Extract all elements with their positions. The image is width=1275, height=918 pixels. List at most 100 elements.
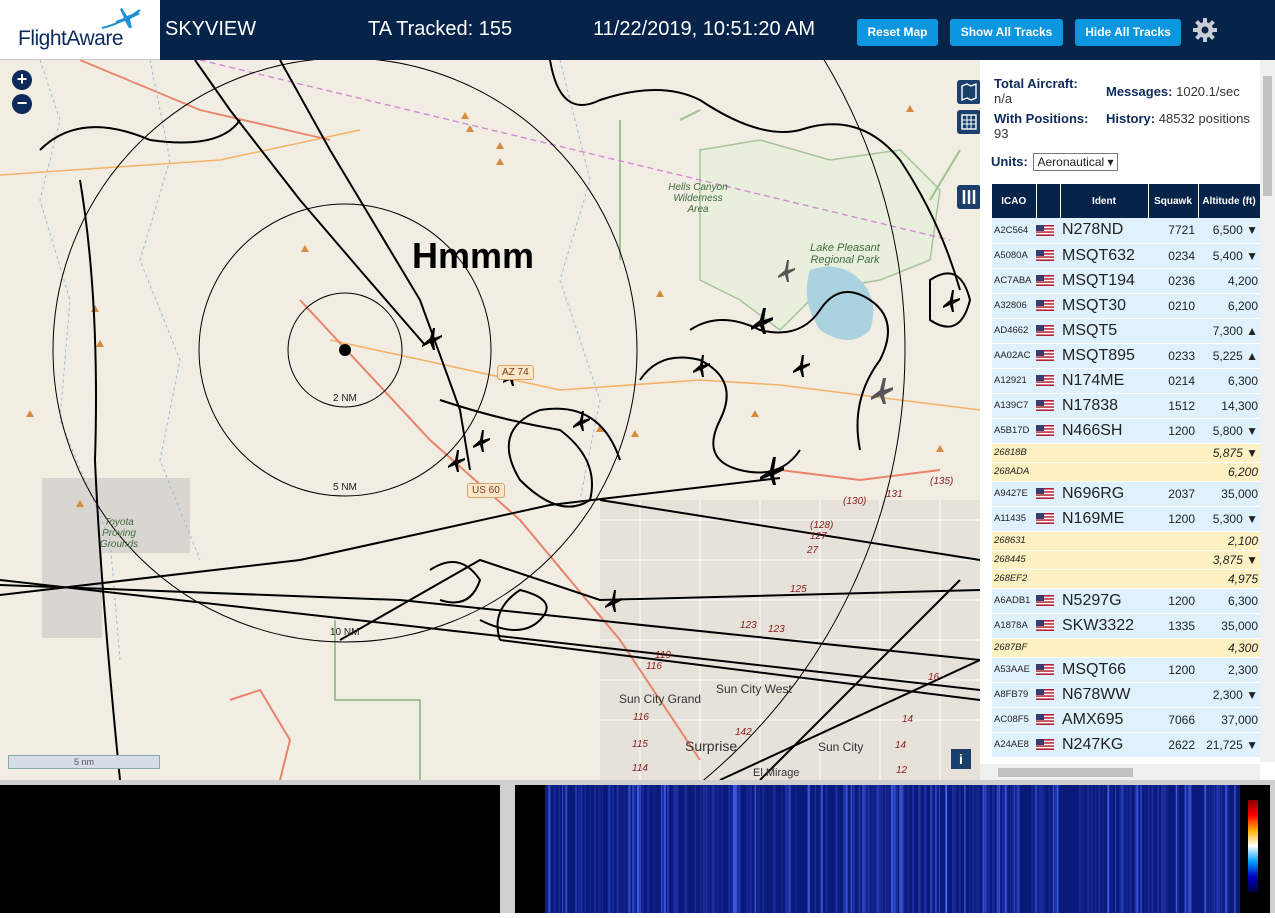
gear-icon[interactable] xyxy=(1192,17,1218,43)
cell-altitude: 2,300 xyxy=(1198,657,1260,683)
cell-flag xyxy=(1036,268,1060,294)
cell-icao: A24AE8 xyxy=(992,732,1036,758)
cell-ident: N696RG xyxy=(1060,481,1148,507)
cell-ident: AMX695 xyxy=(1060,707,1148,733)
cell-ident xyxy=(1060,550,1148,570)
table-row[interactable]: 268ADA 6,200 xyxy=(992,462,1260,482)
table-row[interactable]: A53AAE MSQT66 1200 2,300 xyxy=(992,657,1260,683)
place-sun-city-grand: Sun City Grand xyxy=(619,692,702,706)
table-row[interactable]: A12921 N174ME 0214 6,300 xyxy=(992,368,1260,394)
flightaware-logo[interactable]: FlightAware xyxy=(0,0,160,60)
cell-squawk xyxy=(1148,443,1198,463)
col-header-ident[interactable]: Ident xyxy=(1060,184,1149,218)
table-row[interactable]: 268EF2 4,975 xyxy=(992,569,1260,589)
table-row[interactable]: A5B17D N466SH 1200 5,800 ▼ xyxy=(992,418,1260,444)
stat-total-aircraft: Total Aircraft: n/a xyxy=(994,76,1078,106)
stat-with-positions: With Positions: 93 xyxy=(994,111,1089,141)
cell-flag xyxy=(1036,682,1060,708)
cell-altitude: 6,500 ▼ xyxy=(1198,218,1260,244)
cell-ident: N466SH xyxy=(1060,418,1148,444)
table-row[interactable]: A139C7 N17838 1512 14,300 xyxy=(992,393,1260,419)
table-row[interactable]: 2687BF 4,300 xyxy=(992,638,1260,658)
receiver-location xyxy=(339,344,351,356)
table-row[interactable]: A24AE8 N247KG 2622 21,725 ▼ xyxy=(992,732,1260,758)
cell-icao: A5B17D xyxy=(992,418,1036,444)
cell-ident: N278ND xyxy=(1060,218,1148,244)
table-row[interactable]: A11435 N169ME 1200 5,300 ▼ xyxy=(992,506,1260,532)
cell-icao: 2687BF xyxy=(992,638,1036,658)
us-flag-icon xyxy=(1036,714,1054,726)
cell-ident: N5297G xyxy=(1060,588,1148,614)
show-all-tracks-button[interactable]: Show All Tracks xyxy=(950,19,1063,46)
table-row[interactable]: A9427E N696RG 2037 35,000 xyxy=(992,481,1260,507)
map-layers-icon[interactable] xyxy=(957,80,980,104)
cell-altitude: 4,975 xyxy=(1198,569,1260,589)
cell-squawk xyxy=(1148,462,1198,482)
vertical-scrollbar[interactable] xyxy=(1260,60,1275,762)
map-annotation: Hmmm xyxy=(412,235,535,276)
cell-flag xyxy=(1036,418,1060,444)
table-row[interactable]: 26818B 5,875 ▼ xyxy=(992,443,1260,463)
col-header-squawk[interactable]: Squawk xyxy=(1148,184,1199,218)
table-row[interactable]: A2C564 N278ND 7721 6,500 ▼ xyxy=(992,218,1260,244)
col-header-altitude[interactable]: Altitude (ft) xyxy=(1198,184,1260,218)
road-number: (130) xyxy=(843,496,867,507)
map-canvas[interactable]: + − Hmmm 2 NM 5 NM 10 NM AZ 74 US 60 131… xyxy=(0,60,980,780)
road-number: 125 xyxy=(790,584,807,595)
cell-icao: A53AAE xyxy=(992,657,1036,683)
table-row[interactable]: AD4662 MSQT5 7,300 ▲ xyxy=(992,318,1260,344)
cell-flag xyxy=(1036,462,1060,482)
zoom-out-button[interactable]: − xyxy=(12,94,32,114)
place-surprise: Surprise xyxy=(685,738,738,754)
col-header-icao[interactable]: ICAO xyxy=(992,184,1037,218)
table-row[interactable]: A6ADB1 N5297G 1200 6,300 xyxy=(992,588,1260,614)
horizontal-scrollbar[interactable] xyxy=(980,764,1260,780)
cell-squawk: 7721 xyxy=(1148,218,1198,244)
cell-flag xyxy=(1036,550,1060,570)
cell-squawk xyxy=(1148,318,1198,344)
road-number: 27 xyxy=(807,545,819,556)
cell-flag xyxy=(1036,343,1060,369)
us-flag-icon xyxy=(1036,425,1054,437)
table-row[interactable]: 268445 3,875 ▼ xyxy=(992,550,1260,570)
columns-toggle-icon[interactable] xyxy=(957,185,980,209)
cell-altitude: 21,725 ▼ xyxy=(1198,732,1260,758)
units-dropdown[interactable]: Aeronautical ▾ xyxy=(1033,153,1118,171)
aircraft-table-body: A2C564 N278ND 7721 6,500 ▼ A5080A MSQT632 0234… xyxy=(992,218,1260,758)
table-row[interactable]: AC7ABA MSQT194 0236 4,200 xyxy=(992,268,1260,294)
cell-ident: N169ME xyxy=(1060,506,1148,532)
table-row[interactable]: A8FB79 N678WW 2,300 ▼ xyxy=(992,682,1260,708)
table-row[interactable]: A1878A SKW3322 1335 35,000 xyxy=(992,613,1260,639)
cell-altitude: 5,225 ▲ xyxy=(1198,343,1260,369)
cell-flag xyxy=(1036,732,1060,758)
scrollbar-thumb[interactable] xyxy=(998,768,1133,777)
table-row[interactable]: A5080A MSQT632 0234 5,400 ▼ xyxy=(992,243,1260,269)
table-row[interactable]: A32806 MSQT30 0210 6,200 xyxy=(992,293,1260,319)
cell-squawk: 0236 xyxy=(1148,268,1198,294)
plane-logo-icon xyxy=(101,8,141,29)
table-row[interactable]: 268631 2,100 xyxy=(992,531,1260,551)
map-layer xyxy=(0,60,980,780)
cell-ident: MSQT66 xyxy=(1060,657,1148,683)
table-row[interactable]: AC08F5 AMX695 7066 37,000 xyxy=(992,707,1260,733)
us-flag-icon xyxy=(1036,325,1054,337)
zoom-in-button[interactable]: + xyxy=(12,70,32,90)
ring-label-5nm: 5 NM xyxy=(333,482,357,493)
waterfall-display-right xyxy=(515,785,1270,913)
hide-all-tracks-button[interactable]: Hide All Tracks xyxy=(1075,19,1181,46)
cell-icao: AA02AC xyxy=(992,343,1036,369)
us-flag-icon xyxy=(1036,689,1054,701)
road-number: 119 xyxy=(655,650,671,661)
scrollbar-thumb[interactable] xyxy=(1263,76,1272,196)
cell-squawk xyxy=(1148,550,1198,570)
cell-ident: MSQT5 xyxy=(1060,318,1148,344)
grid-overlay-icon[interactable] xyxy=(957,110,980,134)
info-icon[interactable]: i xyxy=(951,749,971,769)
cell-ident: MSQT632 xyxy=(1060,243,1148,269)
table-row[interactable]: AA02AC MSQT895 0233 5,225 ▲ xyxy=(992,343,1260,369)
reset-map-button[interactable]: Reset Map xyxy=(857,19,938,46)
cell-ident: N678WW xyxy=(1060,682,1148,708)
road-number: 14 xyxy=(902,714,914,725)
cell-icao: A12921 xyxy=(992,368,1036,394)
col-header-flag[interactable] xyxy=(1036,184,1061,218)
